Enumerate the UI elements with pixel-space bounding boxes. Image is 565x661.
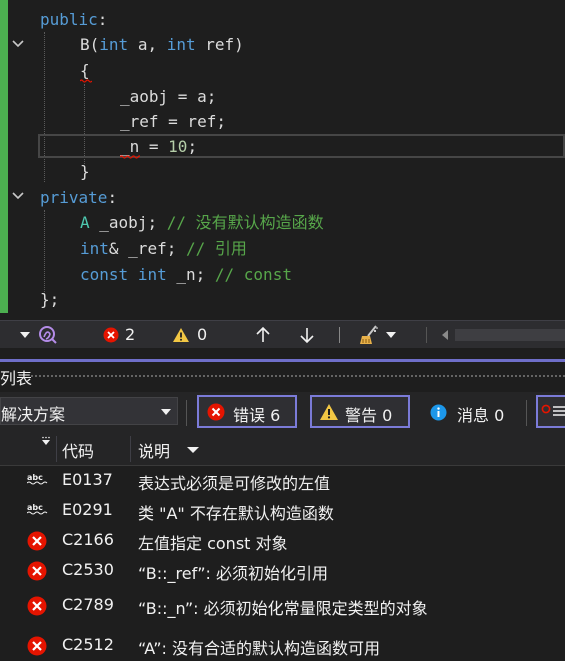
status-separator [426, 327, 427, 343]
error-description: “A”: 没有合适的默认构造函数可用 [138, 639, 380, 658]
table-row[interactable]: C2166 左值指定 const 对象 [0, 526, 565, 556]
sort-arrow-icon[interactable] [187, 447, 199, 453]
error-icon [27, 561, 47, 581]
error-list-column-headers: 代码 说明 [0, 432, 565, 466]
toolbar-separator [526, 400, 527, 426]
error-icon [27, 531, 47, 551]
error-squiggle [120, 155, 140, 159]
panel-title: 列表 [0, 369, 33, 388]
svg-text:abc: abc [27, 503, 43, 512]
current-line-highlight [38, 134, 565, 158]
zoom-dropdown-arrow-icon[interactable] [20, 332, 30, 338]
warning-count[interactable]: 0 [197, 321, 207, 349]
title-grip [30, 374, 565, 379]
column-separator[interactable] [130, 436, 131, 462]
chevron-down-icon [161, 409, 171, 415]
code-line: const int _n; // const [80, 265, 292, 284]
svg-text:abc: abc [27, 473, 43, 482]
table-row[interactable]: abc E0137 表达式必须是可修改的左值 [0, 466, 565, 496]
error-code: E0137 [62, 470, 113, 489]
editor-status-strip: 2 0 [0, 320, 565, 348]
info-icon [430, 404, 447, 421]
indent-guide [44, 32, 45, 182]
status-separator [339, 327, 340, 343]
collapse-chevron-icon[interactable] [12, 39, 24, 49]
table-row[interactable]: C2530 “B::_ref”: 必须初始化引用 [0, 556, 565, 586]
messages-filter-button[interactable]: 消息 0 [420, 395, 520, 428]
code-line: _ref = ref; [120, 112, 226, 131]
table-row[interactable]: C2512 “A”: 没有合适的默认构造函数可用 [0, 631, 565, 661]
error-code: C2166 [62, 530, 114, 549]
scroll-left-arrow-icon[interactable] [442, 330, 448, 340]
error-list-toolbar: 解决方案 错误 6 警告 0 消息 0 [0, 392, 565, 432]
table-row[interactable]: abc E0291 类 "A" 不存在默认构造函数 [0, 496, 565, 526]
indent-guide [44, 210, 45, 294]
filter-list-icon [541, 404, 565, 416]
error-code: C2530 [62, 560, 114, 579]
code-cleanup-broom-icon[interactable] [358, 324, 380, 350]
warning-count-icon[interactable] [172, 327, 190, 347]
code-line: A _aobj; // 没有默认构造函数 [80, 213, 324, 232]
error-description: “B::_ref”: 必须初始化引用 [138, 564, 329, 583]
error-code: C2789 [62, 595, 114, 614]
warnings-filter-button[interactable]: 警告 0 [310, 395, 410, 428]
code-editor[interactable]: public: B(int a, int ref) { _aobj = a; _… [0, 0, 565, 320]
warning-icon [320, 404, 338, 420]
code-line: }; [40, 290, 60, 309]
scope-dropdown[interactable]: 解决方案 [0, 397, 178, 425]
intellicode-icon[interactable] [38, 325, 58, 349]
code-line: int& _ref; // 引用 [80, 239, 247, 258]
errors-filter-button[interactable]: 错误 6 [197, 395, 297, 428]
collapse-chevron-icon[interactable] [12, 191, 24, 201]
error-description: 类 "A" 不存在默认构造函数 [138, 504, 334, 523]
code-line: private: [40, 188, 118, 207]
error-description: 左值指定 const 对象 [138, 534, 288, 553]
build-intellisense-filter-button[interactable] [536, 395, 565, 428]
column-separator [56, 436, 57, 462]
previous-issue-arrow-icon[interactable] [255, 326, 271, 348]
table-row[interactable]: C2789 “B::_n”: 必须初始化常量限定类型的对象 [0, 591, 565, 621]
error-icon [27, 636, 47, 656]
intellisense-spelling-icon: abc [27, 503, 48, 515]
error-squiggle [80, 79, 92, 83]
error-code: E0291 [62, 500, 113, 519]
cleanup-dropdown-arrow-icon[interactable] [386, 332, 396, 338]
change-tracking-bar [0, 0, 8, 313]
code-column-header[interactable]: 代码 [62, 438, 94, 462]
error-description: “B::_n”: 必须初始化常量限定类型的对象 [138, 599, 428, 618]
column-options-icon[interactable] [40, 436, 52, 450]
intellisense-spelling-icon: abc [27, 473, 48, 485]
toolbar-separator [186, 400, 187, 426]
error-count[interactable]: 2 [125, 321, 135, 349]
code-line: } [80, 162, 90, 181]
error-count-icon[interactable] [103, 327, 119, 347]
horizontal-scrollbar[interactable] [455, 329, 565, 341]
code-line: B(int a, int ref) [80, 35, 244, 54]
description-column-header[interactable]: 说明 [138, 438, 170, 462]
code-line: public: [40, 10, 108, 29]
error-list-title-bar[interactable]: 列表 [0, 359, 565, 389]
code-line: _aobj = a; [120, 87, 217, 106]
error-icon [27, 596, 47, 616]
error-code: C2512 [62, 635, 114, 654]
error-description: 表达式必须是可修改的左值 [138, 474, 331, 493]
error-icon [207, 403, 225, 421]
next-issue-arrow-icon[interactable] [299, 326, 315, 348]
